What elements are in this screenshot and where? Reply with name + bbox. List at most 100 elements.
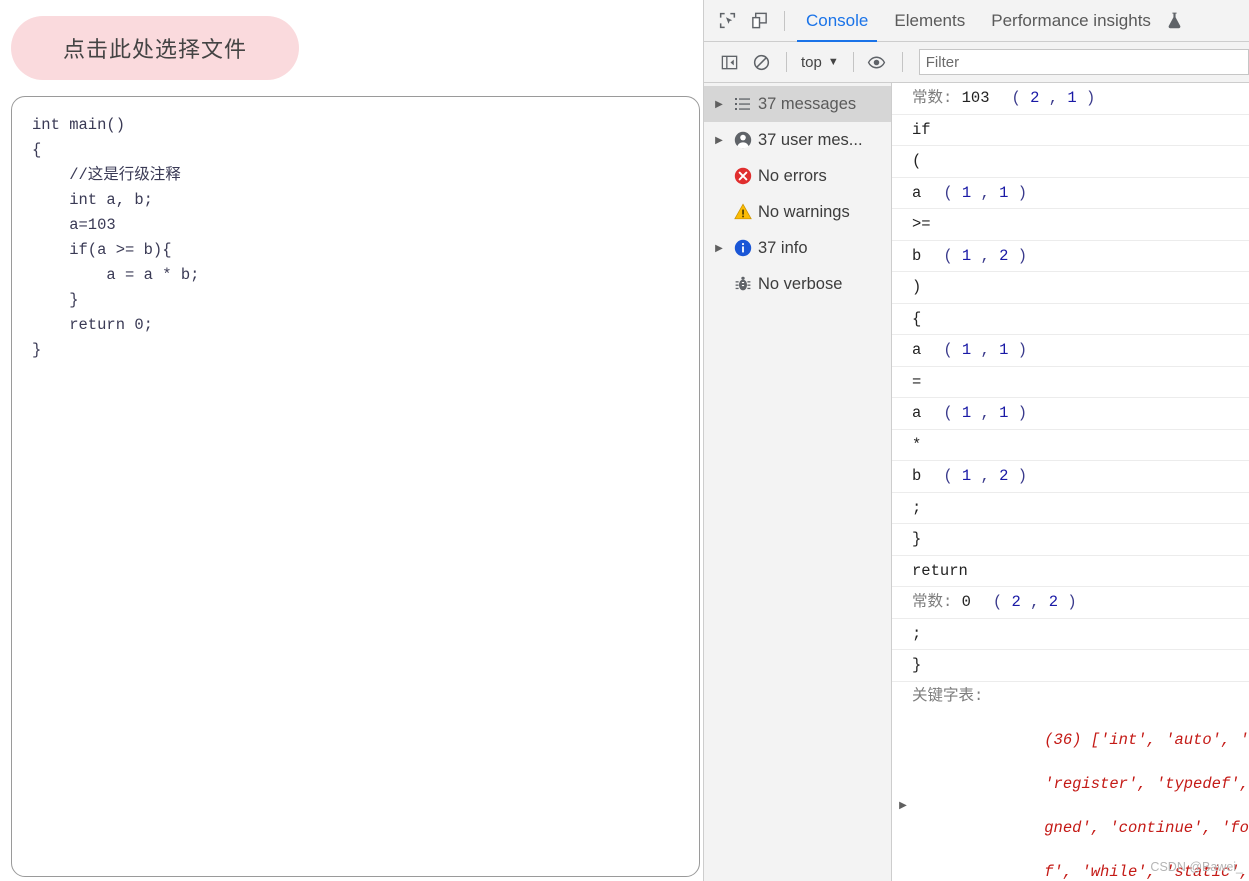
console-row-token: ; xyxy=(912,624,922,643)
sidebar-item-user-messages-label: 37 user mes... xyxy=(758,130,863,149)
console-row-token: b xyxy=(912,246,922,265)
console-row[interactable]: { xyxy=(892,304,1249,335)
console-rows-host: 常数: 103 ( 2 , 1 ) if ( a ( 1 , 1 ) >= b ( 1 , 2 … xyxy=(892,83,1249,682)
console-row[interactable]: b ( 1 , 2 ) xyxy=(892,241,1249,272)
position-number: 1 xyxy=(961,183,972,202)
console-row-token: a xyxy=(912,341,922,359)
console-row-position: ( 1 , 2 ) xyxy=(943,246,1028,265)
console-row[interactable]: 常数: 103 ( 2 , 1 ) xyxy=(892,83,1249,115)
console-row[interactable]: a ( 1 , 1 ) xyxy=(892,178,1249,209)
user-icon xyxy=(728,130,758,150)
clear-console-icon[interactable] xyxy=(746,47,776,77)
keyword-table-title: 关键字表: xyxy=(912,686,984,705)
position-number: 2 xyxy=(1048,593,1059,611)
console-row[interactable]: ) xyxy=(892,272,1249,304)
console-toolbar-divider-3 xyxy=(901,52,903,72)
warning-icon xyxy=(728,202,758,222)
chevron-right-icon[interactable]: ▶ xyxy=(710,243,728,254)
console-row[interactable]: b ( 1 , 2 ) xyxy=(892,461,1249,493)
position-number: 2 xyxy=(1030,89,1040,107)
console-row-token: if xyxy=(912,120,931,139)
console-row-token: >= xyxy=(912,215,931,233)
console-toolbar-divider-2 xyxy=(852,52,854,72)
console-row-token: { xyxy=(912,309,922,328)
keyword-table-body: ▶ (36) ['int', 'auto', 'double', 'regist… xyxy=(892,707,1249,881)
console-row-token: ) xyxy=(912,278,922,296)
keyword-table-lines: (36) ['int', 'auto', 'double', 'register… xyxy=(914,707,1249,881)
position-number: 2 xyxy=(999,246,1009,265)
console-row-position: ( 1 , 1 ) xyxy=(943,341,1028,359)
position-number: 1 xyxy=(961,341,972,359)
console-row[interactable]: >= xyxy=(892,209,1249,241)
console-sidebar: ▶ 37 messages ▶ 37 user mes... No errors… xyxy=(704,83,892,881)
expand-triangle-icon[interactable]: ▶ xyxy=(892,800,914,811)
console-row-token: * xyxy=(912,435,922,454)
console-output[interactable]: 常数: 103 ( 2 , 1 ) if ( a ( 1 , 1 ) >= b ( 1 , 2 … xyxy=(892,83,1249,881)
sidebar-item-warnings[interactable]: ▶ No warnings xyxy=(704,194,891,230)
position-number: 1 xyxy=(961,246,972,265)
console-row-position: ( 2 , 2 ) xyxy=(992,593,1077,611)
sidebar-item-verbose[interactable]: ▶ xyxy=(704,266,891,302)
devtools-body: ▶ 37 messages ▶ 37 user mes... No errors… xyxy=(704,83,1249,881)
console-row[interactable]: ( xyxy=(892,146,1249,178)
devtools-console-toolbar: top ▼ xyxy=(704,42,1249,83)
sidebar-item-info-label: 37 info xyxy=(758,238,808,257)
position-number: 1 xyxy=(961,404,972,422)
inspect-element-icon[interactable] xyxy=(712,6,742,36)
console-row[interactable]: } xyxy=(892,650,1249,682)
code-editor-textarea[interactable] xyxy=(11,96,700,877)
console-row[interactable]: a ( 1 , 1 ) xyxy=(892,398,1249,430)
show-console-sidebar-icon[interactable] xyxy=(714,47,744,77)
keyword-line-2: gned', 'continue', 'for', 'sign xyxy=(1044,818,1249,837)
console-row[interactable]: = xyxy=(892,367,1249,398)
console-row-keyword-table[interactable]: 关键字表: ▶ (36) ['int', 'auto', 'double', '… xyxy=(892,682,1249,881)
devtools-tabbar: Console Elements Performance insights xyxy=(704,0,1249,42)
position-number: 1 xyxy=(999,341,1009,359)
sidebar-item-verbose-label: No verbose xyxy=(758,274,843,293)
console-row[interactable]: ; xyxy=(892,493,1249,524)
keyword-line-1: 'register', 'typedef', 'char', xyxy=(1044,774,1249,793)
console-row[interactable]: ; xyxy=(892,619,1249,650)
tab-elements[interactable]: Elements xyxy=(881,0,978,42)
sidebar-item-user-messages[interactable]: ▶ 37 user mes... xyxy=(704,122,891,158)
info-icon xyxy=(728,238,758,258)
left-page-pane: 点击此处选择文件 xyxy=(0,0,703,881)
live-expression-eye-icon[interactable] xyxy=(862,47,892,77)
device-toolbar-icon[interactable] xyxy=(744,6,774,36)
chevron-right-icon[interactable]: ▶ xyxy=(710,99,728,110)
execution-context-selector[interactable]: top ▼ xyxy=(795,52,845,73)
console-row-token: a xyxy=(912,404,922,422)
console-filter-input[interactable] xyxy=(918,49,1249,75)
console-row[interactable]: if xyxy=(892,115,1249,146)
console-row[interactable]: 常数: 0 ( 2 , 2 ) xyxy=(892,587,1249,619)
console-row-token: } xyxy=(912,656,922,674)
tab-performance-insights-label: Performance insights xyxy=(991,10,1151,30)
position-number: 1 xyxy=(999,183,1009,202)
console-toolbar-divider-1 xyxy=(786,52,787,72)
console-row[interactable]: } xyxy=(892,524,1249,556)
toolbar-divider xyxy=(784,10,785,31)
sidebar-item-messages[interactable]: ▶ 37 messages xyxy=(704,86,891,122)
console-row-token: ( xyxy=(912,152,922,170)
console-row-token: } xyxy=(912,530,922,548)
position-number: 1 xyxy=(1067,89,1077,107)
bug-icon xyxy=(728,275,758,293)
select-file-button[interactable]: 点击此处选择文件 xyxy=(11,16,299,80)
console-row[interactable]: return xyxy=(892,556,1249,587)
list-icon xyxy=(728,95,758,113)
tab-console[interactable]: Console xyxy=(793,0,881,42)
console-row-token: b xyxy=(912,467,922,485)
tab-console-label: Console xyxy=(806,10,869,30)
chevron-right-icon[interactable]: ▶ xyxy=(710,135,728,146)
sidebar-item-messages-label: 37 messages xyxy=(758,94,857,113)
console-row[interactable]: a ( 1 , 1 ) xyxy=(892,335,1249,367)
console-row-token: = xyxy=(912,372,922,391)
error-icon xyxy=(728,166,758,186)
console-row[interactable]: * xyxy=(892,430,1249,461)
position-number: 2 xyxy=(999,467,1009,485)
sidebar-item-info[interactable]: ▶ 37 info xyxy=(704,230,891,266)
tab-performance-insights[interactable]: Performance insights xyxy=(978,0,1164,42)
execution-context-value: top xyxy=(801,53,822,71)
sidebar-item-errors[interactable]: ▶ No errors xyxy=(704,158,891,194)
console-row-token: 0 xyxy=(961,593,971,611)
